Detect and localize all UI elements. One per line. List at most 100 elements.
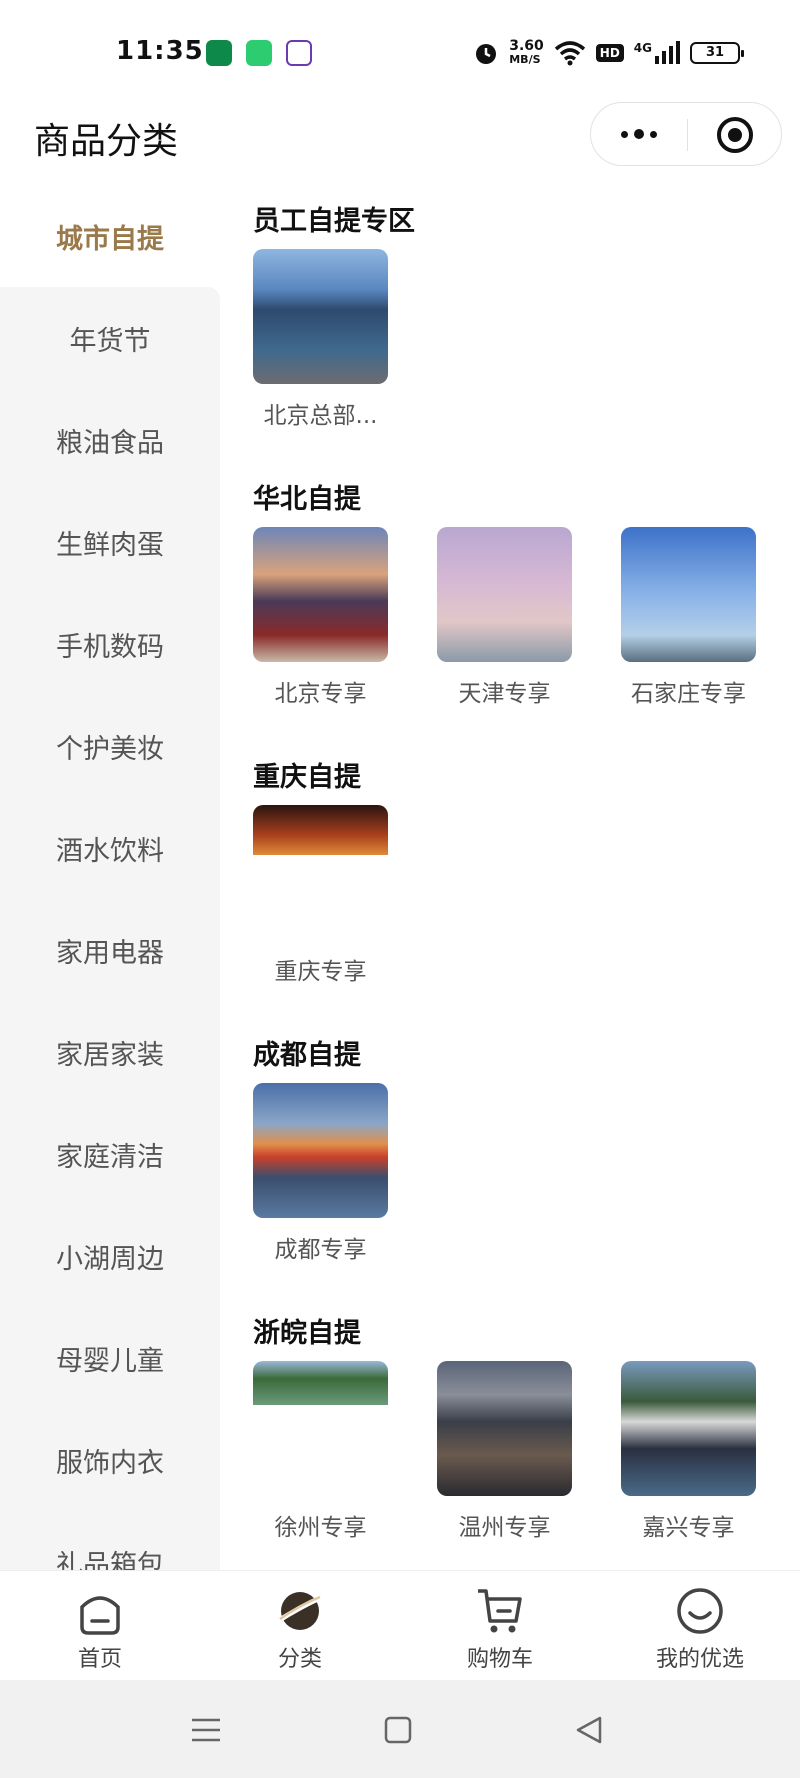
section-chongqing: 重庆自提 重庆专享 <box>253 741 800 1019</box>
pickup-item-wenzhou[interactable]: 温州专享 <box>437 1361 572 1570</box>
more-dot-icon <box>650 130 657 138</box>
tab-label: 购物车 <box>466 1647 533 1672</box>
bottom-tab-bar: 首页 分类 购物车 我的优选 <box>0 1570 800 1680</box>
store-app-icon <box>286 40 312 66</box>
pickup-item-shijiazhuang[interactable]: 石家庄专享 <box>621 527 756 741</box>
home-square-icon[interactable] <box>378 1710 418 1750</box>
section-north-china: 华北自提 北京专享 天津专享 石家庄专享 <box>253 463 800 741</box>
sidebar-item-apparel[interactable]: 服饰内衣 <box>0 1409 220 1511</box>
office-building-image <box>253 249 388 384</box>
cart-icon <box>478 1589 522 1633</box>
tv-tower-image <box>621 527 756 662</box>
sidebar-item-grain-oil[interactable]: 粮油食品 <box>0 389 220 491</box>
sidebar-item-label: 个护美妆 <box>56 733 164 765</box>
tab-label: 首页 <box>77 1647 122 1672</box>
sidebar-item-drinks[interactable]: 酒水饮料 <box>0 797 220 899</box>
tab-cart[interactable]: 购物车 <box>400 1571 600 1680</box>
title-bar: 商品分类 <box>0 100 800 180</box>
category-sidebar: 城市自提 年货节 粮油食品 生鲜肉蛋 手机数码 个护美妆 酒水饮料 家用电器 家… <box>0 185 220 1570</box>
item-label: 成都专享 <box>274 1237 367 1263</box>
sidebar-item-label: 酒水饮料 <box>56 835 164 867</box>
sidebar-item-label: 家居家装 <box>56 1039 164 1071</box>
section-title: 成都自提 <box>253 1040 361 1071</box>
capsule-divider <box>687 119 688 151</box>
xuzhou-lake-image <box>253 1361 388 1496</box>
item-label: 温州专享 <box>458 1515 551 1541</box>
section-zhejiang-anhui: 浙皖自提 徐州专享 温州专享 嘉兴专享 <box>253 1297 800 1570</box>
pickup-item-xuzhou[interactable]: 徐州专享 <box>253 1361 388 1570</box>
signal-type: 4G <box>633 41 652 55</box>
sidebar-item-fresh[interactable]: 生鲜肉蛋 <box>0 491 220 593</box>
system-nav-bar <box>0 1680 800 1778</box>
pickup-item-beijing[interactable]: 北京专享 <box>253 527 388 741</box>
pickup-item-tianjin[interactable]: 天津专享 <box>437 527 572 741</box>
temple-of-heaven-image <box>253 527 388 662</box>
sidebar-item-appliances[interactable]: 家用电器 <box>0 899 220 1001</box>
signal-icon <box>655 41 680 64</box>
tab-category[interactable]: 分类 <box>200 1571 400 1680</box>
section-title: 华北自提 <box>253 484 361 515</box>
sidebar-item-label: 服饰内衣 <box>56 1447 164 1479</box>
sidebar-item-label: 礼品箱包 <box>56 1549 164 1571</box>
item-label: 天津专享 <box>458 681 551 707</box>
sidebar-item-gifts[interactable]: 礼品箱包 <box>0 1511 220 1570</box>
item-label: 北京总部... <box>263 403 378 429</box>
item-label: 北京专享 <box>274 681 367 707</box>
more-dot-icon <box>621 130 628 138</box>
pickup-item-chongqing[interactable]: 重庆专享 <box>253 805 388 1019</box>
sidebar-item-city-pickup[interactable]: 城市自提 <box>0 185 220 287</box>
item-label: 石家庄专享 <box>631 681 746 707</box>
item-label: 嘉兴专享 <box>642 1515 735 1541</box>
sidebar-item-home[interactable]: 家居家装 <box>0 1001 220 1103</box>
chongqing-night-image <box>253 805 388 940</box>
wifi-icon <box>554 41 585 66</box>
category-content: 员工自提专区 北京总部... 华北自提 北京专享 天津专享 石家庄专享 重庆自提… <box>220 185 800 1570</box>
sidebar-item-baby[interactable]: 母婴儿童 <box>0 1307 220 1409</box>
status-time: 11:35 <box>116 36 204 66</box>
section-staff-pickup: 员工自提专区 北京总部... <box>253 185 800 463</box>
back-icon[interactable] <box>570 1710 610 1750</box>
smile-face-icon <box>677 1588 723 1634</box>
net-speed: 3.60 MB/S <box>509 38 544 66</box>
section-title: 重庆自提 <box>253 762 361 793</box>
status-indicators: 3.60 MB/S HD 4G 31 <box>473 36 744 70</box>
sidebar-item-label: 粮油食品 <box>56 427 164 459</box>
chat-app-icon <box>246 40 272 66</box>
miniprogram-capsule <box>590 102 782 166</box>
status-bar: 11:35 3.60 MB/S HD 4G 31 <box>0 0 800 100</box>
wenzhou-skyline-image <box>437 1361 572 1496</box>
pickup-item-chengdu[interactable]: 成都专享 <box>253 1083 388 1297</box>
sidebar-item-label: 生鲜肉蛋 <box>56 529 164 561</box>
hd-badge: HD <box>595 44 624 62</box>
sidebar-item-merch[interactable]: 小湖周边 <box>0 1205 220 1307</box>
pickup-item-beijing-hq[interactable]: 北京总部... <box>253 249 388 463</box>
item-label: 重庆专享 <box>274 959 367 985</box>
section-title: 员工自提专区 <box>253 206 415 237</box>
more-options-button[interactable] <box>591 103 687 165</box>
water-town-image <box>621 1361 756 1496</box>
sidebar-item-new-year[interactable]: 年货节 <box>0 287 220 389</box>
page-title: 商品分类 <box>34 121 179 162</box>
tab-home[interactable]: 首页 <box>0 1571 200 1680</box>
oppo-app-icon <box>206 40 232 66</box>
sidebar-item-label: 家庭清洁 <box>56 1141 164 1173</box>
alarm-icon <box>476 44 497 64</box>
sidebar-item-label: 家用电器 <box>56 937 164 969</box>
sidebar-item-cleaning[interactable]: 家庭清洁 <box>0 1103 220 1205</box>
tab-my-youxuan[interactable]: 我的优选 <box>600 1571 800 1680</box>
sidebar-item-label: 手机数码 <box>56 631 164 663</box>
sidebar-item-label: 年货节 <box>69 325 151 357</box>
sidebar-item-label: 城市自提 <box>56 223 164 255</box>
sidebar-item-digital[interactable]: 手机数码 <box>0 593 220 695</box>
pickup-item-jiaxing[interactable]: 嘉兴专享 <box>621 1361 756 1570</box>
menu-icon[interactable] <box>186 1710 226 1750</box>
item-label: 徐州专享 <box>274 1515 367 1541</box>
sidebar-item-label: 母婴儿童 <box>56 1345 164 1377</box>
tianjin-tower-image <box>437 527 572 662</box>
home-icon <box>80 1596 120 1635</box>
anshun-bridge-image <box>253 1083 388 1218</box>
planet-icon <box>276 1592 324 1630</box>
sidebar-item-beauty[interactable]: 个护美妆 <box>0 695 220 797</box>
sidebar-item-label: 小湖周边 <box>56 1243 164 1275</box>
close-miniprogram-button[interactable] <box>717 117 753 153</box>
